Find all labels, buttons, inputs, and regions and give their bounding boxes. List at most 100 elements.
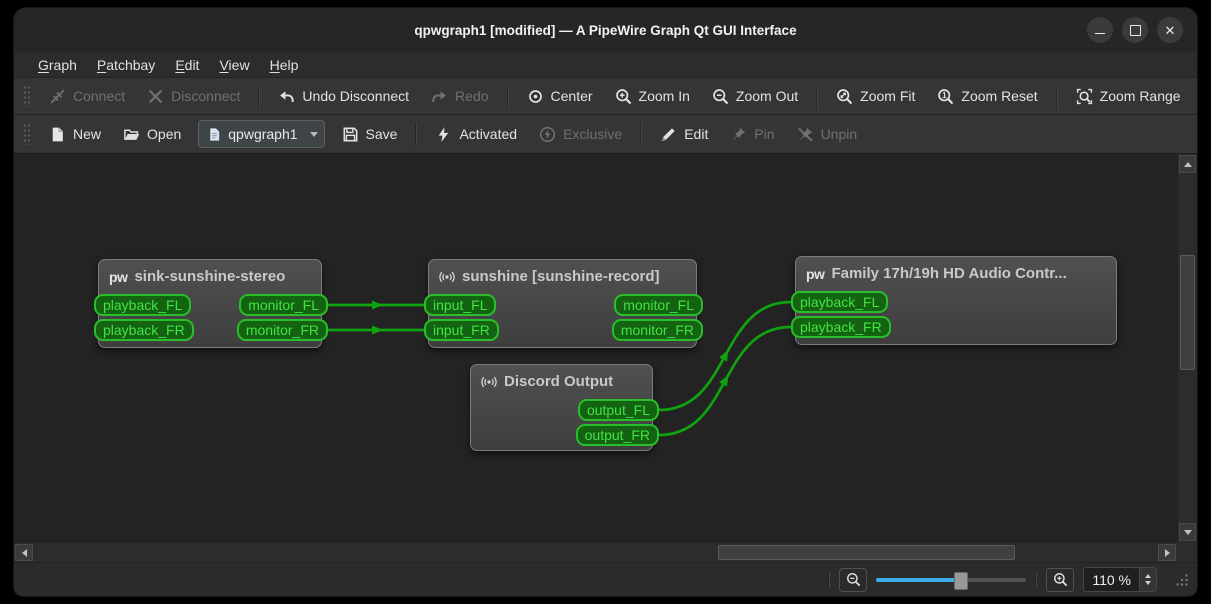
zoom-slider-fill xyxy=(876,577,961,582)
menu-graph[interactable]: Graph xyxy=(28,55,87,75)
zoom-in-button[interactable]: Zoom In xyxy=(604,82,701,110)
scroll-left-button[interactable] xyxy=(15,544,33,561)
activated-bolt-icon xyxy=(439,126,449,142)
port-playback_FR[interactable]: playback_FR xyxy=(791,316,891,338)
center-button[interactable]: Center xyxy=(516,82,604,110)
toolbar-drag-handle[interactable] xyxy=(23,85,30,107)
zoom-fit-icon xyxy=(837,88,853,104)
zoom-out-button[interactable]: Zoom Out xyxy=(701,82,809,110)
zoom-out-icon xyxy=(713,88,728,104)
scroll-down-button[interactable] xyxy=(1179,523,1196,541)
titlebar[interactable]: qpwgraph1 [modified] — A PipeWire Graph … xyxy=(14,8,1197,52)
node-family-17h-19h-hd-audio-contr[interactable]: pw Family 17h/19h HD Audio Contr... playba… xyxy=(791,256,1117,345)
zoom-value: 110 % xyxy=(1092,571,1131,588)
node-title: pw sink-sunshine-stereo xyxy=(109,268,286,285)
session-combobox-value: qpwgraph1 xyxy=(228,126,298,142)
menu-help[interactable]: Help xyxy=(260,55,309,75)
pipewire-icon: pw xyxy=(109,268,128,285)
toolbar-file: New Open qpwgraph1 Save Activated Exclus… xyxy=(14,114,1197,153)
toolbar-separator xyxy=(258,84,261,108)
scroll-up-button[interactable] xyxy=(1179,155,1196,173)
port-monitor_FR[interactable]: monitor_FR xyxy=(611,319,703,341)
port-monitor_FL[interactable]: monitor_FL xyxy=(614,294,703,316)
exclusive-button[interactable]: Exclusive xyxy=(528,120,633,148)
session-combobox[interactable]: qpwgraph1 xyxy=(198,120,325,148)
minimize-button[interactable] xyxy=(1087,17,1113,43)
toolbar-drag-handle[interactable] xyxy=(23,123,30,145)
node-title: pw Family 17h/19h HD Audio Contr... xyxy=(806,265,1067,282)
pin-icon xyxy=(732,127,746,141)
pin-button[interactable]: Pin xyxy=(719,120,785,148)
zoom-fit-button[interactable]: Zoom Fit xyxy=(825,82,926,110)
menu-edit[interactable]: Edit xyxy=(165,55,209,75)
menu-patchbay[interactable]: Patchbay xyxy=(87,55,165,75)
port-input_FL[interactable]: input_FL xyxy=(424,294,497,316)
unpin-button[interactable]: Unpin xyxy=(786,120,869,148)
port-playback_FR[interactable]: playback_FR xyxy=(94,319,194,341)
scroll-right-button[interactable] xyxy=(1158,544,1176,561)
vertical-scrollbar[interactable] xyxy=(1177,154,1197,542)
close-button[interactable]: ✕ xyxy=(1157,17,1183,43)
zoom-spinbox[interactable]: 110 % xyxy=(1083,567,1157,592)
edit-pencil-icon xyxy=(662,127,675,141)
open-button[interactable]: Open xyxy=(112,120,192,148)
horizontal-scrollbar[interactable] xyxy=(14,542,1177,562)
port-playback_FL[interactable]: playback_FL xyxy=(94,294,192,316)
zoom-reset-button[interactable]: 1 Zoom Reset xyxy=(926,82,1048,110)
wire-arrow-icon xyxy=(719,374,729,387)
zoom-range-button[interactable]: Zoom Range xyxy=(1065,82,1192,110)
port-monitor_FL[interactable]: monitor_FL xyxy=(239,294,328,316)
pipewire-icon: pw xyxy=(806,265,825,282)
arrow-down-icon xyxy=(1183,529,1192,535)
statusbar: 110 % xyxy=(14,562,1197,596)
connect-button[interactable]: Connect xyxy=(38,82,136,110)
app-window: qpwgraph1 [modified] — A PipeWire Graph … xyxy=(14,8,1197,596)
chevron-down-icon xyxy=(309,131,318,137)
port-output_FL[interactable]: output_FL xyxy=(577,399,659,421)
resize-grip[interactable] xyxy=(1174,572,1189,587)
arrow-left-icon xyxy=(21,548,27,557)
session-file-icon xyxy=(210,127,220,141)
wire-arrow-icon xyxy=(372,300,383,310)
toolbar-separator xyxy=(1055,84,1058,108)
wire-arrow-icon xyxy=(719,349,729,362)
save-icon xyxy=(343,127,358,141)
zoom-slider-thumb[interactable] xyxy=(954,571,969,590)
edit-button[interactable]: Edit xyxy=(649,120,719,148)
toolbar-main: Connect Disconnect Undo Disconnect Redo … xyxy=(14,77,1197,114)
node-title: Discord Output xyxy=(471,365,652,390)
vertical-scroll-thumb[interactable] xyxy=(1180,255,1195,370)
disconnect-button[interactable]: Disconnect xyxy=(136,82,251,110)
port-monitor_FR[interactable]: monitor_FR xyxy=(236,319,328,341)
save-button[interactable]: Save xyxy=(331,120,409,148)
spin-down-icon[interactable] xyxy=(1145,581,1151,585)
graph-canvas[interactable]: pw sink-sunshine-stereo playback_FL playbac… xyxy=(14,154,1177,542)
activated-button[interactable]: Activated xyxy=(424,120,528,148)
port-output_FR[interactable]: output_FR xyxy=(575,424,659,446)
minimize-icon xyxy=(1095,32,1105,34)
spin-up-icon[interactable] xyxy=(1145,574,1151,578)
svg-text:1: 1 xyxy=(943,91,948,100)
connect-icon xyxy=(50,89,65,103)
redo-button[interactable]: Redo xyxy=(420,82,499,110)
node-discord-output[interactable]: Discord Output output_FL output_FR xyxy=(470,364,659,451)
wire-arrow-icon xyxy=(372,325,383,335)
disconnect-icon xyxy=(149,89,163,103)
new-button[interactable]: New xyxy=(38,120,112,148)
port-input_FR[interactable]: input_FR xyxy=(424,319,499,341)
node-sunshine-sunshine-record[interactable]: sunshine [sunshine-record] input_FL input_… xyxy=(424,259,703,348)
statusbar-zoom-out-button[interactable] xyxy=(839,567,868,592)
node-sink-sunshine-stereo[interactable]: pw sink-sunshine-stereo playback_FLplaybac… xyxy=(94,259,328,348)
menu-view[interactable]: View xyxy=(209,55,259,75)
zoom-in-icon xyxy=(615,88,631,104)
zoom-reset-icon: 1 xyxy=(938,88,954,104)
zoom-slider[interactable] xyxy=(876,571,1027,590)
horizontal-scroll-thumb[interactable] xyxy=(718,545,1015,560)
undo-disconnect-button[interactable]: Undo Disconnect xyxy=(267,82,420,110)
statusbar-separator xyxy=(1035,571,1038,588)
port-playback_FL[interactable]: playback_FL xyxy=(791,291,889,313)
maximize-button[interactable] xyxy=(1122,17,1148,43)
unpin-icon xyxy=(797,127,812,141)
statusbar-zoom-in-button[interactable] xyxy=(1046,567,1075,592)
node-title: sunshine [sunshine-record] xyxy=(429,260,696,285)
